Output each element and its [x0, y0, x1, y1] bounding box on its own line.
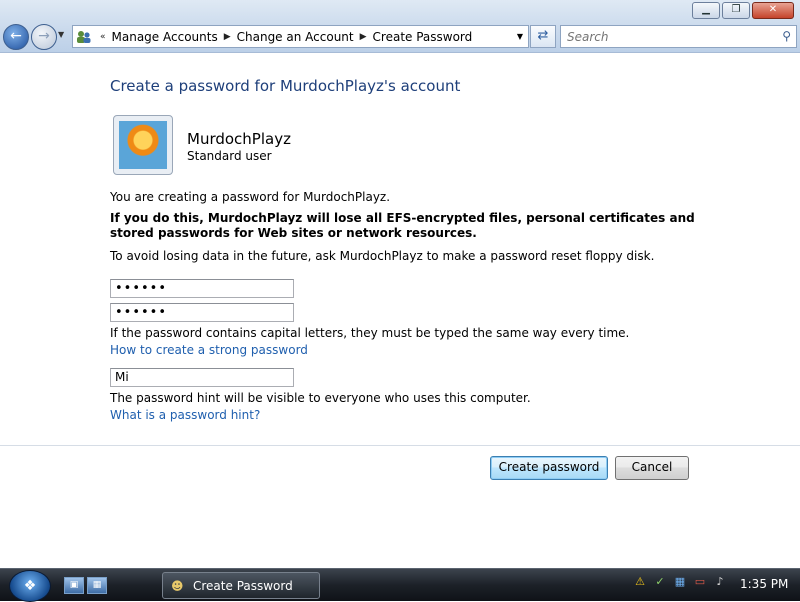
warning-text: If you do this, MurdochPlayz will lose a…: [110, 211, 695, 240]
cancel-button[interactable]: Cancel: [615, 456, 689, 480]
strong-password-link[interactable]: How to create a strong password: [110, 343, 308, 357]
window-chrome: ▁ ❐ ✕ ← → ▼ « Manage Accounts ▶ Change a…: [0, 0, 800, 53]
security-shield-icon[interactable]: ⚠: [632, 574, 648, 590]
breadcrumb-prefix: «: [100, 31, 106, 42]
breadcrumb-manage-accounts[interactable]: Manage Accounts: [112, 30, 218, 44]
users-icon: [77, 30, 91, 43]
windows-orb-icon[interactable]: ❖: [9, 570, 51, 602]
window-controls: ▁ ❐ ✕: [692, 2, 794, 19]
show-desktop-icon[interactable]: ▣: [64, 577, 84, 594]
password-hint-field[interactable]: Mi: [110, 368, 294, 387]
avatar: [113, 115, 173, 175]
minimize-button[interactable]: ▁: [692, 2, 720, 19]
search-input[interactable]: [565, 26, 769, 47]
divider: [0, 445, 800, 446]
breadcrumb-arrow-icon[interactable]: ▶: [224, 32, 231, 42]
case-sensitivity-note: If the password contains capital letters…: [110, 326, 630, 340]
new-password-field[interactable]: ••••••: [110, 279, 294, 298]
intro-text: You are creating a password for MurdochP…: [110, 190, 391, 204]
user-type: Standard user: [187, 149, 272, 163]
page-title: Create a password for MurdochPlayz's acc…: [110, 77, 461, 95]
sidebar-icon[interactable]: ▦: [672, 574, 688, 590]
taskbar-item-create-password[interactable]: ☻ Create Password: [162, 572, 320, 599]
content-pane: Create a password for MurdochPlayz's acc…: [0, 53, 800, 568]
forward-button[interactable]: →: [31, 24, 57, 50]
users-icon: ☻: [171, 578, 184, 593]
maximize-button[interactable]: ❐: [722, 2, 750, 19]
defender-icon[interactable]: ✓: [652, 574, 668, 590]
back-arrow-icon: ←: [10, 28, 22, 44]
hint-visibility-note: The password hint will be visible to eve…: [110, 391, 531, 405]
taskbar: ❖ ▣ ▦ ☻ Create Password ⚠ ✓ ▦ ▭ ♪ 1:35 P…: [0, 568, 800, 602]
create-password-button[interactable]: Create password: [490, 456, 608, 480]
recent-pages-dropdown[interactable]: ▼: [58, 30, 64, 39]
refresh-icon: ⇄: [537, 28, 549, 43]
volume-icon[interactable]: ♪: [712, 574, 728, 590]
search-icon[interactable]: ⚲: [782, 29, 791, 43]
taskbar-item-label: Create Password: [193, 578, 293, 593]
clock[interactable]: 1:35 PM: [740, 577, 788, 591]
back-button[interactable]: ←: [3, 24, 29, 50]
close-button[interactable]: ✕: [752, 2, 794, 19]
user-name: MurdochPlayz: [187, 130, 291, 148]
breadcrumb-arrow-icon[interactable]: ▶: [360, 32, 367, 42]
advice-text: To avoid losing data in the future, ask …: [110, 249, 655, 263]
switch-windows-icon[interactable]: ▦: [87, 577, 107, 594]
address-bar[interactable]: « Manage Accounts ▶ Change an Account ▶ …: [72, 25, 529, 48]
goldfish-picture-icon: [119, 121, 167, 169]
forward-arrow-icon: →: [38, 28, 50, 44]
breadcrumb-change-account[interactable]: Change an Account: [237, 30, 354, 44]
password-hint-link[interactable]: What is a password hint?: [110, 408, 260, 422]
system-tray: ⚠ ✓ ▦ ▭ ♪: [632, 574, 728, 590]
refresh-button[interactable]: ⇄: [530, 25, 556, 48]
address-dropdown-icon[interactable]: ▼: [517, 32, 523, 41]
confirm-password-field[interactable]: ••••••: [110, 303, 294, 322]
network-icon[interactable]: ▭: [692, 574, 708, 590]
search-box[interactable]: ⚲: [560, 25, 797, 48]
breadcrumb-create-password[interactable]: Create Password: [373, 30, 473, 44]
